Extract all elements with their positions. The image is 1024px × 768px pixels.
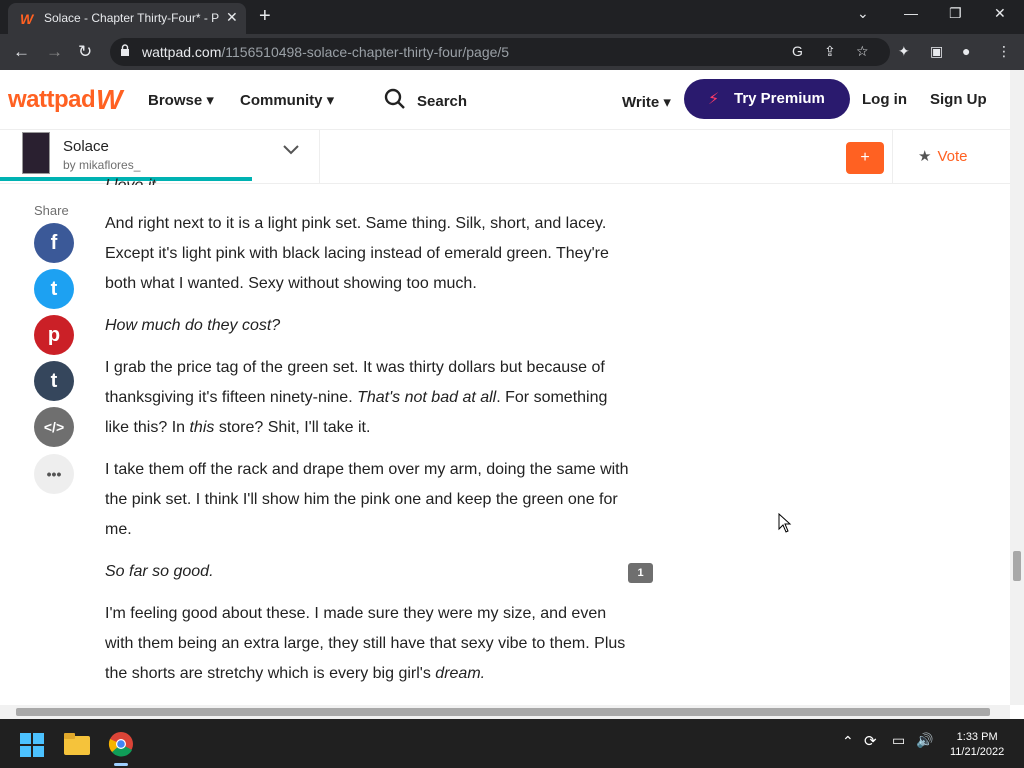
community-menu[interactable]: Community ▾ (240, 91, 334, 109)
horizontal-scroll-thumb[interactable] (16, 708, 990, 716)
divider (319, 130, 320, 184)
story-cover-image[interactable] (22, 132, 50, 174)
divider (892, 130, 893, 184)
share-page-icon[interactable]: ⇪ (824, 43, 836, 60)
wattpad-favicon-icon: W (20, 11, 34, 27)
address-bar[interactable]: wattpad.com/1156510498-solace-chapter-th… (110, 38, 890, 66)
windows-taskbar: ⌃ ⟳ ▭ 🔊 1:33 PM 11/21/2022 (0, 719, 1024, 768)
story-title[interactable]: Solace (63, 138, 109, 155)
google-icon[interactable]: G (792, 43, 803, 59)
share-label: Share (34, 203, 69, 218)
try-premium-button[interactable]: ⚡ Try Premium (684, 79, 850, 119)
bookmark-star-icon[interactable]: ☆ (856, 43, 869, 60)
wattpad-logo[interactable]: wattpad (8, 86, 96, 114)
search-icon[interactable] (384, 88, 406, 110)
network-icon[interactable]: ▭ (892, 732, 905, 749)
minimize-icon[interactable]: — (904, 5, 918, 21)
add-to-library-button[interactable]: + (846, 142, 884, 174)
system-clock[interactable]: 1:33 PM 11/21/2022 (950, 730, 1004, 760)
write-menu[interactable]: Write ▾ (622, 93, 671, 111)
facebook-icon: f (50, 232, 58, 254)
story-paragraph: And right next to it is a light pink set… (105, 215, 609, 292)
story-paragraph: How much do they cost? (105, 317, 281, 334)
horizontal-scrollbar[interactable] (0, 705, 1010, 719)
back-icon[interactable]: ← (13, 42, 30, 62)
pinterest-icon: p (47, 324, 61, 346)
new-tab-icon[interactable]: + (259, 5, 271, 28)
story-text: And right next to it is a light pink set… (105, 209, 635, 701)
mouse-cursor-icon (778, 513, 792, 533)
signup-link[interactable]: Sign Up (930, 91, 987, 108)
vertical-scroll-thumb[interactable] (1013, 551, 1021, 581)
share-embed-button[interactable]: </> (34, 407, 74, 447)
chrome-icon[interactable] (108, 731, 134, 757)
embed-icon: </> (43, 419, 65, 435)
forward-icon[interactable]: → (46, 42, 63, 62)
sync-icon[interactable]: ⟳ (864, 732, 877, 750)
clock-date: 11/21/2022 (950, 746, 1005, 758)
share-facebook-button[interactable]: f (34, 223, 74, 263)
story-author[interactable]: by mikaflores_ (63, 158, 140, 172)
chevron-up-icon[interactable]: ⌃ (842, 733, 854, 750)
restore-icon[interactable]: ❐ (949, 5, 962, 22)
file-explorer-icon[interactable] (64, 733, 90, 755)
browser-tab[interactable]: W Solace - Chapter Thirty-Four* - P ✕ (8, 3, 246, 34)
extensions-icon[interactable]: ✦ (898, 43, 910, 60)
share-more-button[interactable]: ••• (34, 454, 74, 494)
story-paragraph: I grab the price tag of the green set. I… (105, 359, 608, 436)
tab-title: Solace - Chapter Thirty-Four* - P (44, 11, 220, 25)
story-paragraph: So far so good. (105, 563, 214, 580)
star-icon: ★ (918, 148, 932, 165)
browse-menu[interactable]: Browse ▾ (148, 91, 214, 109)
search-button[interactable]: Search (417, 93, 467, 110)
volume-icon[interactable]: 🔊 (916, 732, 933, 749)
reload-icon[interactable]: ↻ (78, 42, 92, 62)
site-header: wattpad W Browse ▾ Community ▾ Search Wr… (0, 70, 1010, 130)
tab-search-icon[interactable]: ⌄ (857, 5, 869, 22)
share-tumblr-button[interactable]: t (34, 361, 74, 401)
browser-tab-strip: W Solace - Chapter Thirty-Four* - P ✕ + … (0, 0, 1024, 34)
story-paragraph: I'm feeling good about these. I made sur… (105, 605, 626, 682)
browser-toolbar: ← → ↻ wattpad.com/1156510498-solace-chap… (0, 34, 1024, 70)
lock-icon (121, 44, 129, 56)
tumblr-icon: t (50, 370, 58, 392)
clock-time: 1:33 PM (956, 731, 998, 743)
lightning-icon: ⚡ (708, 91, 720, 108)
side-panel-icon[interactable]: ▣ (930, 43, 943, 60)
story-cut-line: I love it. (105, 171, 160, 185)
story-paragraph: I take them off the rack and drape them … (105, 461, 629, 538)
close-window-icon[interactable]: ✕ (994, 5, 1006, 22)
login-link[interactable]: Log in (862, 91, 907, 108)
profile-icon[interactable]: ● (962, 43, 970, 59)
tab-close-icon[interactable]: ✕ (226, 9, 238, 26)
active-app-indicator (114, 763, 128, 766)
vertical-scrollbar[interactable] (1010, 70, 1024, 705)
url-text: wattpad.com/1156510498-solace-chapter-th… (142, 44, 510, 60)
menu-icon[interactable]: ⋮ (997, 43, 1011, 60)
vote-button[interactable]: ★ Vote (918, 147, 967, 165)
share-twitter-button[interactable]: t (34, 269, 74, 309)
wattpad-logo-icon[interactable]: W (96, 84, 122, 116)
windows-start-icon[interactable] (20, 733, 44, 757)
twitter-icon: t (50, 278, 58, 300)
inline-comment-button[interactable]: 1 (628, 563, 653, 583)
chevron-down-icon[interactable] (282, 144, 300, 156)
share-pinterest-button[interactable]: p (34, 315, 74, 355)
more-icon: ••• (46, 466, 62, 482)
